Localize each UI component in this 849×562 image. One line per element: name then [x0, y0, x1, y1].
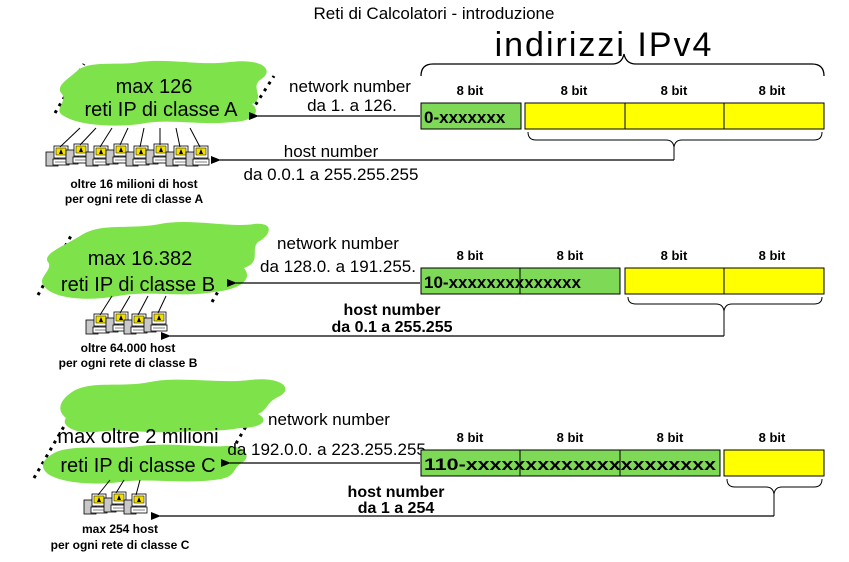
prefix-field-b: 10-xxxxxxxxxxxxxx — [424, 273, 581, 292]
prefix-field-a: 0-xxxxxxx — [424, 108, 506, 127]
hosts-note-b-line2: per ogni rete di classe B — [59, 356, 198, 370]
host-brace-b — [627, 296, 823, 312]
page-title: Reti di Calcolatori - introduzione — [314, 4, 555, 23]
host-number-range-a: da 0.0.1 a 255.255.255 — [244, 165, 419, 184]
octet-label: 8 bit — [759, 83, 786, 98]
hosts-note-a-line2: per ogni rete di classe A — [65, 192, 204, 206]
cloud-c-line1: max oltre 2 milioni — [57, 426, 218, 448]
section-title: indirizzi IPv4 — [495, 26, 714, 64]
class-c-section: max oltre 2 milioni reti IP di classe C … — [32, 379, 825, 552]
cloud-a-line1: max 126 — [116, 76, 193, 98]
host-field-a-3 — [723, 102, 825, 130]
host-field-b-1 — [624, 267, 725, 295]
octet-label: 8 bit — [661, 248, 688, 263]
cloud-a-line2: reti IP di classe A — [84, 99, 238, 121]
host-computers-c — [83, 479, 148, 515]
octet-label: 8 bit — [759, 248, 786, 263]
host-number-range-c: da 1 a 254 — [358, 500, 435, 517]
host-field-c — [723, 449, 825, 477]
hosts-note-c-line1: max 254 host — [82, 522, 158, 536]
octet-label: 8 bit — [657, 430, 684, 445]
host-computers-b — [85, 295, 168, 335]
cloud-c — [60, 379, 286, 433]
host-brace-c — [726, 478, 823, 495]
network-number-label-a: network number — [289, 77, 411, 96]
ipv4-classes-diagram: Reti di Calcolatori - introduzione indir… — [0, 0, 849, 557]
cloud-c-line2: reti IP di classe C — [60, 455, 215, 477]
hosts-note-c-line2: per ogni rete di classe C — [51, 538, 190, 552]
network-number-range-a: da 1. a 126. — [307, 96, 397, 115]
host-field-a-2 — [624, 102, 725, 130]
octet-label: 8 bit — [759, 430, 786, 445]
octet-label: 8 bit — [557, 248, 584, 263]
host-number-label-c: host number — [348, 484, 445, 501]
host-computers-a — [45, 127, 210, 167]
network-number-range-b: da 128.0. a 191.255. — [260, 257, 416, 276]
host-field-a-1 — [524, 102, 626, 130]
host-field-b-2 — [723, 267, 825, 295]
hosts-note-a-line1: oltre 16 milioni di host — [70, 177, 197, 191]
network-number-range-c: da 192.0.0. a 223.255.255. — [227, 440, 430, 459]
network-number-label-b: network number — [277, 234, 399, 253]
octet-label: 8 bit — [457, 248, 484, 263]
network-number-label-c: network number — [268, 410, 390, 429]
host-number-label-a: host number — [284, 142, 379, 161]
host-number-range-b: da 0.1 a 255.255 — [332, 319, 453, 336]
hosts-note-b-line1: oltre 64.000 host — [81, 341, 176, 355]
prefix-field-c: 110-xxxxxxxxxxxxxxxxxxxxx — [424, 455, 717, 474]
octet-label: 8 bit — [557, 430, 584, 445]
octet-label: 8 bit — [457, 83, 484, 98]
octet-label: 8 bit — [457, 430, 484, 445]
cloud-b-line2: reti IP di classe B — [61, 274, 215, 296]
octet-label: 8 bit — [661, 83, 688, 98]
host-brace-a — [527, 131, 823, 148]
octet-label: 8 bit — [561, 83, 588, 98]
host-number-label-b: host number — [344, 302, 441, 319]
class-b-section: max 16.382 reti IP di classe B oltre 64.… — [36, 222, 825, 370]
address-brace — [420, 53, 825, 77]
diagram-canvas: Reti di Calcolatori - introduzione indir… — [32, 4, 825, 552]
cloud-b-line1: max 16.382 — [88, 248, 193, 270]
class-a-section: max 126 reti IP di classe A oltre 16 mil… — [45, 60, 825, 206]
